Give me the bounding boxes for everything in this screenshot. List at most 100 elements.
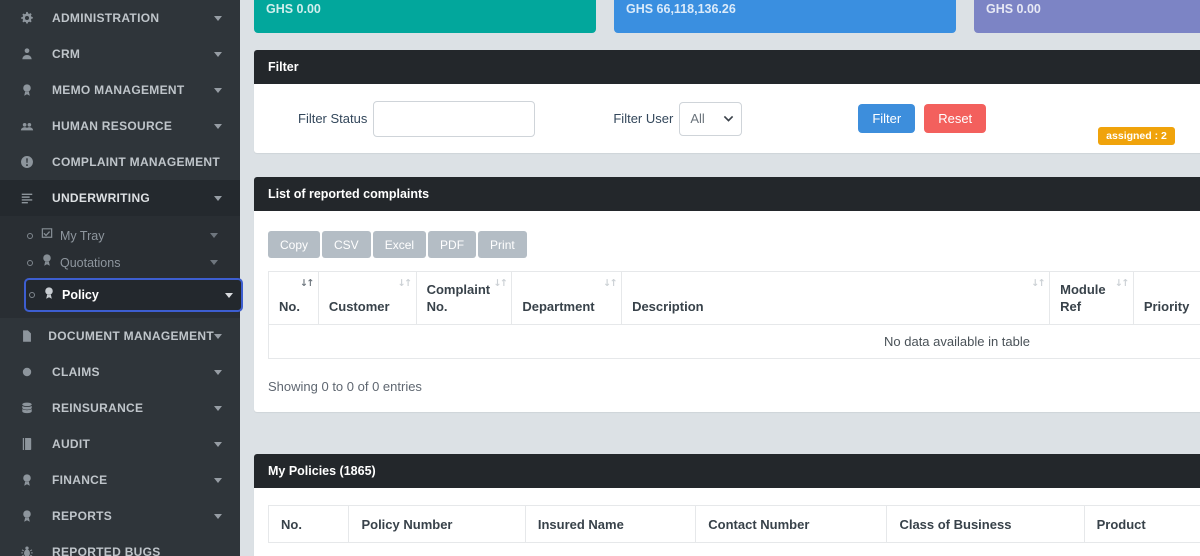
sidebar-item-memo-management[interactable]: MEMO MANAGEMENT [0, 72, 240, 108]
column-header-no[interactable]: No. [269, 506, 349, 543]
column-header-label: Module Ref [1060, 282, 1106, 314]
sidebar-item-audit[interactable]: AUDIT [0, 426, 240, 462]
column-header-contact-number[interactable]: Contact Number [696, 506, 887, 543]
column-header-insured-name[interactable]: Insured Name [525, 506, 695, 543]
column-header-customer[interactable]: ↓↑Customer [318, 272, 416, 325]
policies-table: No. Policy Number Insured Name Contact Numb… [268, 505, 1200, 543]
export-pdf-button[interactable]: PDF [428, 231, 476, 258]
chevron-down-icon [214, 514, 222, 519]
column-header-description[interactable]: ↓↑Description [622, 272, 1050, 325]
sort-icon[interactable]: ↓↑ [1115, 278, 1128, 290]
sidebar-item-label: ADMINISTRATION [52, 11, 159, 25]
sidebar-item-reported-bugs[interactable]: REPORTED BUGS [0, 534, 240, 556]
column-header-label: Policy Number [361, 517, 452, 532]
column-header-label: No. [281, 517, 302, 532]
column-header-policy-number[interactable]: Policy Number [349, 506, 525, 543]
sidebar-item-label: COMPLAINT MANAGEMENT [52, 155, 220, 169]
bug-icon [20, 545, 40, 556]
sidebar-item-quotations[interactable]: Quotations [0, 249, 240, 276]
column-header-priority[interactable]: ↓↑Priority [1133, 272, 1200, 325]
filter-user-select[interactable]: All [679, 102, 742, 136]
column-header-product[interactable]: Product [1084, 506, 1200, 543]
summary-card-value: GHS 0.00 [266, 2, 321, 16]
exclamation-circle-icon [20, 155, 40, 169]
sidebar-item-label: REPORTS [52, 509, 112, 523]
sort-icon[interactable]: ↓↑ [493, 278, 506, 290]
database-icon [20, 401, 40, 415]
cedi-icon [20, 473, 40, 487]
column-header-department[interactable]: ↓↑Department [512, 272, 622, 325]
policies-panel: My Policies (1865) No.Policy NumberInsur… [254, 454, 1200, 556]
sidebar-item-my-tray[interactable]: My Tray [0, 222, 240, 249]
check-square-icon [40, 226, 54, 245]
sidebar-item-label: REINSURANCE [52, 401, 143, 415]
sidebar-item-reinsurance[interactable]: REINSURANCE [0, 390, 240, 426]
sidebar-item-label: FINANCE [52, 473, 107, 487]
export-print-button[interactable]: Print [478, 231, 527, 258]
sort-icon[interactable]: ↓↑ [300, 278, 313, 290]
sidebar-item-policy[interactable]: Policy [24, 278, 243, 312]
chevron-down-icon [214, 334, 222, 339]
chevron-down-icon [214, 406, 222, 411]
summary-card: GHS 0.00 [974, 0, 1200, 33]
column-header-label: No. [279, 299, 300, 314]
chevron-down-icon [225, 293, 233, 298]
column-header-no[interactable]: ↓↑No. [269, 272, 319, 325]
app-root: ADMINISTRATION CRM MEMO MANAGEMENT HUMAN… [0, 0, 1200, 556]
sort-icon[interactable]: ↓↑ [398, 278, 411, 290]
sidebar-item-crm[interactable]: CRM [0, 36, 240, 72]
filter-button[interactable]: Filter [858, 104, 915, 133]
sidebar-item-label: HUMAN RESOURCE [52, 119, 172, 133]
sidebar-item-label: CLAIMS [52, 365, 100, 379]
filter-status-input[interactable] [373, 101, 535, 137]
column-header-class-of-business[interactable]: Class of Business [887, 506, 1084, 543]
filter-user-selected-value: All [690, 111, 704, 126]
sidebar-item-label: MEMO MANAGEMENT [52, 83, 185, 97]
chevron-down-icon [214, 196, 222, 201]
sidebar-item-human-resource[interactable]: HUMAN RESOURCE [0, 108, 240, 144]
column-header-complaint-no[interactable]: ↓↑Complaint No. [416, 272, 512, 325]
chevron-down-icon [214, 370, 222, 375]
circle-icon [20, 365, 40, 379]
memo-icon [20, 83, 40, 97]
filter-panel-title: Filter [268, 60, 299, 74]
complaints-panel: List of reported complaints CopyCSVExcel… [254, 177, 1200, 412]
sidebar-item-label: AUDIT [52, 437, 90, 451]
empty-table-message: No data available in table [269, 325, 1200, 359]
sidebar-item-underwriting[interactable]: UNDERWRITING [0, 180, 240, 216]
column-header-label: Priority [1144, 299, 1190, 314]
cedi-icon [20, 509, 40, 523]
sidebar-nav: ADMINISTRATION CRM MEMO MANAGEMENT HUMAN… [0, 0, 240, 556]
sidebar-item-administration[interactable]: ADMINISTRATION [0, 0, 240, 36]
export-csv-button[interactable]: CSV [322, 231, 371, 258]
export-excel-button[interactable]: Excel [373, 231, 426, 258]
filter-user-label: Filter User [613, 111, 673, 126]
sort-icon[interactable]: ↓↑ [603, 278, 616, 290]
column-header-label: Product [1097, 517, 1146, 532]
complaints-table: ↓↑No.↓↑Customer↓↑Complaint No.↓↑Departme… [268, 271, 1200, 359]
sidebar-item-finance[interactable]: FINANCE [0, 462, 240, 498]
showing-entries-text: Showing 0 to 0 of 0 entries [268, 379, 1200, 394]
column-header-module-ref[interactable]: ↓↑ Module Ref [1050, 272, 1134, 325]
summary-card: GHS 66,118,136.26 [614, 0, 956, 33]
complaints-panel-body: CopyCSVExcelPDFPrint ↓↑No.↓↑Customer↓↑Co… [254, 211, 1200, 412]
column-header-label: Insured Name [538, 517, 624, 532]
sidebar-item-claims[interactable]: CLAIMS [0, 354, 240, 390]
bullet-icon [29, 292, 35, 298]
sidebar: ADMINISTRATION CRM MEMO MANAGEMENT HUMAN… [0, 0, 240, 556]
chevron-down-icon [214, 52, 222, 57]
reset-button[interactable]: Reset [924, 104, 986, 133]
sidebar-item-document-management[interactable]: DOCUMENT MANAGEMENT [0, 318, 240, 354]
chevron-down-icon [214, 478, 222, 483]
users-icon [20, 119, 40, 133]
sort-icon[interactable]: ↓↑ [1031, 278, 1044, 290]
sidebar-item-complaint-management[interactable]: COMPLAINT MANAGEMENT [0, 144, 240, 180]
column-header-label: Class of Business [899, 517, 1011, 532]
sidebar-item-reports[interactable]: REPORTS [0, 498, 240, 534]
sidebar-item-label: Policy [62, 288, 99, 302]
chevron-down-icon [210, 260, 218, 265]
bullet-icon [27, 260, 33, 266]
export-copy-button[interactable]: Copy [268, 231, 320, 258]
sidebar-item-label: UNDERWRITING [52, 191, 150, 205]
file-icon [20, 329, 36, 343]
